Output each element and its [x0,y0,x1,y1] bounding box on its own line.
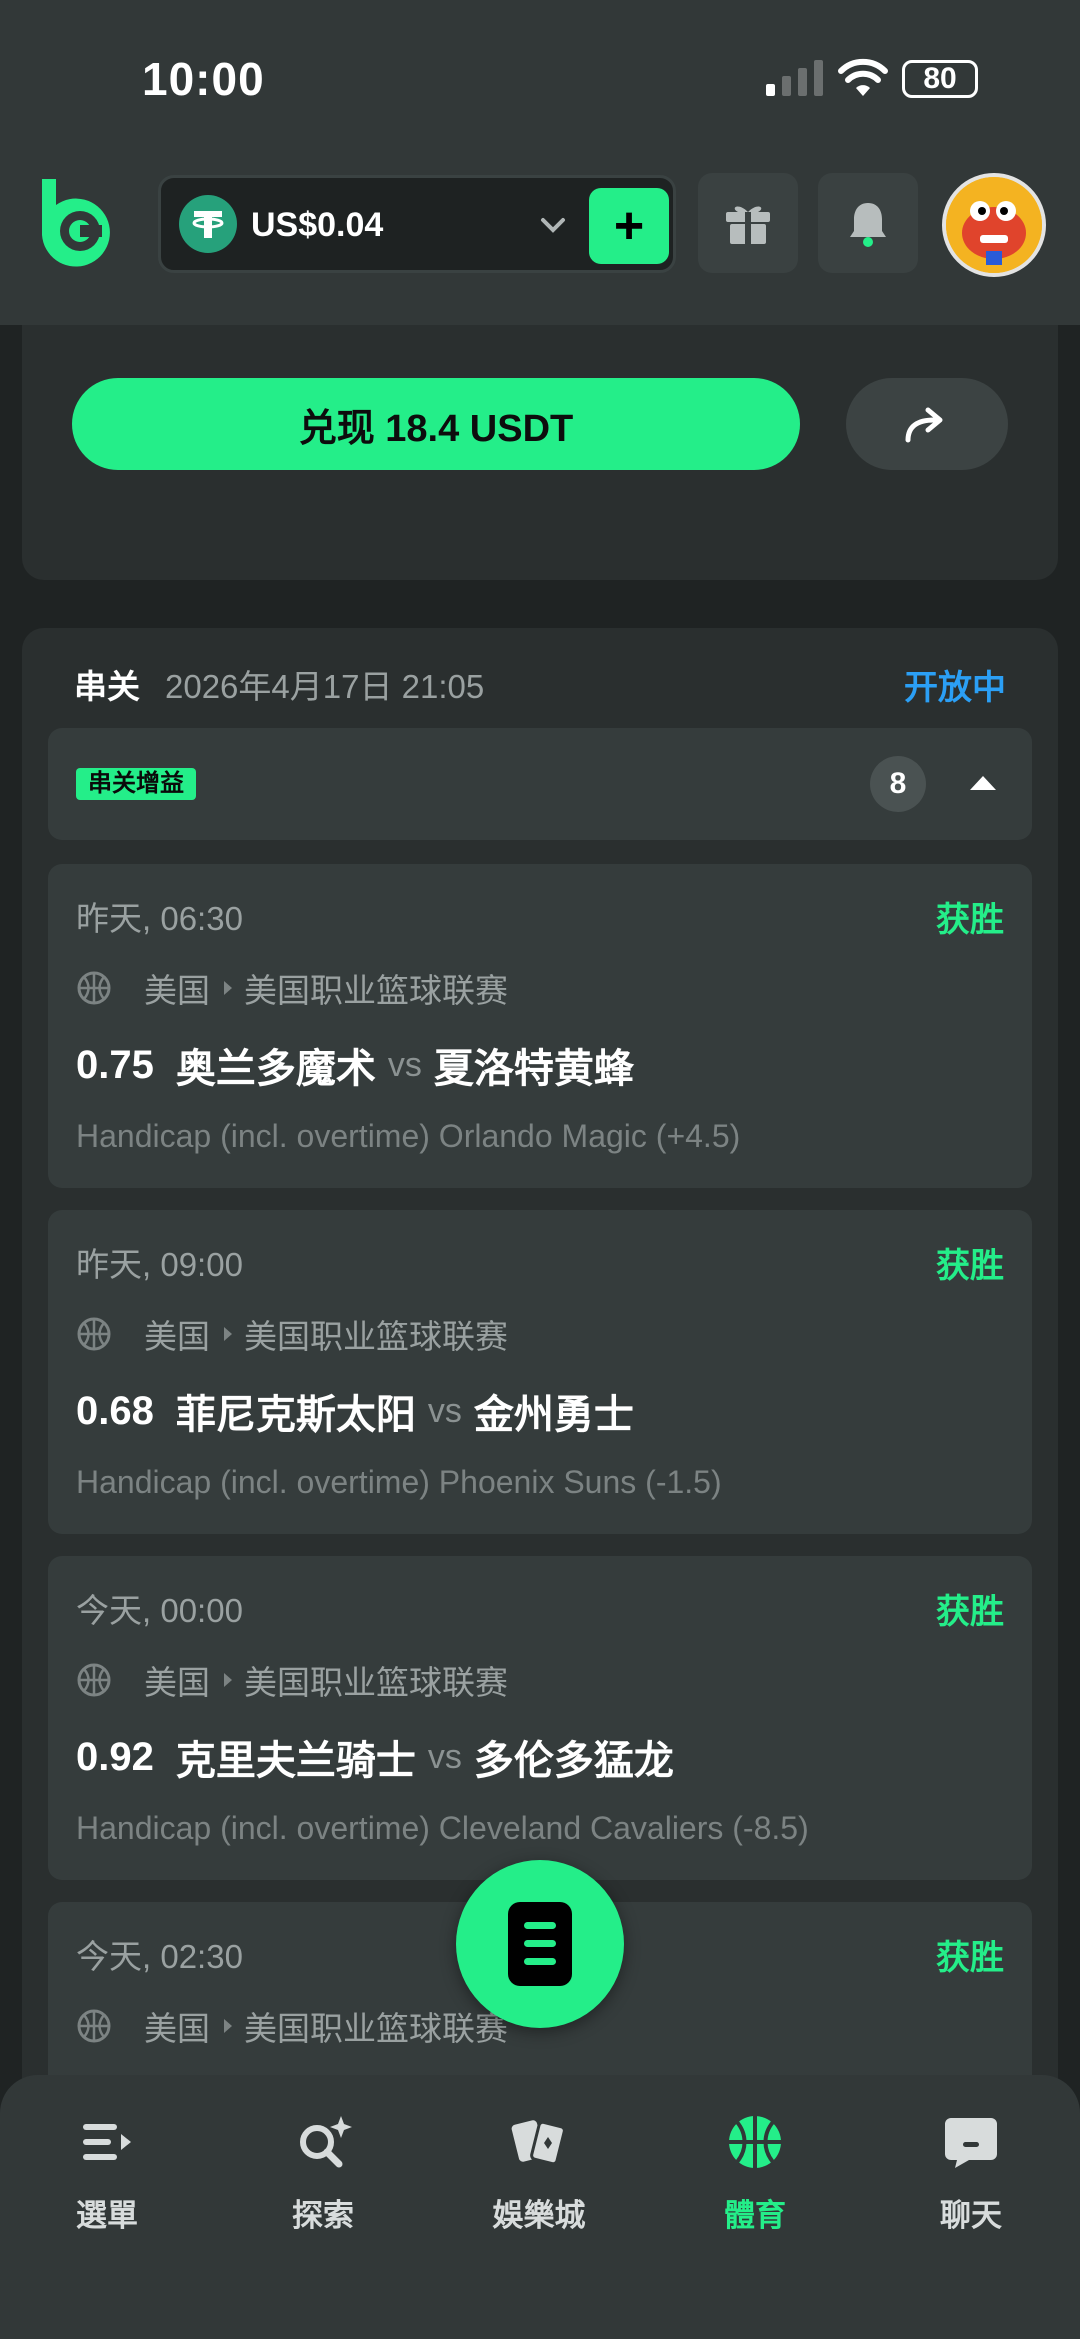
leg-market: Handicap (incl. overtime) Phoenix Suns (… [76,1464,722,1500]
bet-leg[interactable]: 今天, 00:00 获胜 美国 美国职业篮球联赛 0.92 克里夫兰骑士 vs 多… [48,1556,1032,1880]
wallet-selector[interactable]: US$0.04 + [158,175,676,273]
tether-icon [179,195,237,253]
home-team: 菲尼克斯太阳 [175,1393,416,1437]
share-button[interactable] [846,378,1008,470]
bet-leg[interactable]: 昨天, 09:00 获胜 美国 美国职业篮球联赛 0.68 菲尼克斯太阳 vs 金… [48,1210,1032,1534]
menu-icon [83,2124,131,2160]
basketball-icon [729,2116,781,2168]
leg-league: 美国 美国职业篮球联赛 [76,2002,508,2050]
leg-result: 获胜 [936,1939,1004,1977]
home-team: 克里夫兰骑士 [175,1739,416,1783]
leg-league: 美国 美国职业篮球联赛 [76,1310,508,1358]
bet-slip-fab[interactable] [456,1860,624,2028]
leg-odds: 0.75 [76,1042,154,1087]
bet-leg[interactable]: 昨天, 06:30 获胜 美国 美国职业篮球联赛 0.75 奥兰多魔术 vs 夏洛… [48,864,1032,1188]
nav-item-sports[interactable]: 體育 [670,2110,840,2240]
battery-indicator: 80 [902,60,978,98]
search-sparkle-icon [300,2116,352,2168]
nav-item-explore[interactable]: 探索 [238,2110,408,2240]
nav-item-menu[interactable]: 選單 [22,2110,192,2240]
leg-match: 0.92 克里夫兰骑士 vs 多伦多猛龙 [76,1728,674,1786]
deposit-button[interactable]: + [589,188,669,264]
bet-date: 2026年4月17日 21:05 [165,668,485,705]
leg-time: 昨天, 09:00 [76,1246,243,1283]
avatar[interactable] [942,173,1046,277]
home-team: 奥兰多魔术 [175,1047,376,1091]
leg-time: 今天, 02:30 [76,1938,243,1975]
bet-type: 串关 [74,668,140,705]
chat-icon [945,2118,997,2168]
cards-icon [511,2120,566,2166]
nav-item-casino[interactable]: 娛樂城 [454,2110,624,2240]
notifications-button[interactable] [818,173,918,273]
basketball-icon [77,2009,111,2043]
leg-odds: 0.68 [76,1388,154,1433]
away-team: 多伦多猛龙 [473,1739,674,1783]
leg-market: Handicap (incl. overtime) Orlando Magic … [76,1118,741,1154]
share-arrow-icon [905,407,943,443]
leg-league: 美国 美国职业篮球联赛 [76,964,508,1012]
leg-result: 获胜 [936,901,1004,939]
basketball-icon [77,1663,111,1697]
basketball-icon [77,1317,111,1351]
leg-match: 0.68 菲尼克斯太阳 vs 金州勇士 [76,1382,634,1440]
wifi-icon [838,58,888,96]
logo-icon[interactable] [34,175,116,267]
wallet-balance: US$0.04 [251,206,384,244]
status-time: 10:00 [142,53,265,105]
chevron-down-icon[interactable] [539,211,567,239]
leg-time: 今天, 00:00 [76,1592,243,1629]
parlay-boost-badge: 串关增益 [76,768,196,800]
caret-up-icon[interactable] [970,776,996,790]
bet-status: 开放中 [904,669,1006,707]
legs-count-badge: 8 [870,756,926,812]
avatar-image [946,177,1042,273]
bet-slip-icon [508,1902,572,1986]
away-team: 夏洛特黄蜂 [433,1047,634,1091]
signal-icon [766,60,823,96]
leg-match: 0.75 奥兰多魔术 vs 夏洛特黄蜂 [76,1036,634,1094]
leg-league: 美国 美国职业篮球联赛 [76,1656,508,1704]
gift-icon [726,206,770,244]
nav-item-chat[interactable]: 聊天 [886,2110,1056,2240]
leg-market: Handicap (incl. overtime) Cleveland Cava… [76,1810,809,1846]
away-team: 金州勇士 [473,1393,634,1437]
leg-result: 获胜 [936,1247,1004,1285]
basketball-icon [77,971,111,1005]
leg-result: 获胜 [936,1593,1004,1631]
gift-button[interactable] [698,173,798,273]
leg-odds: 0.92 [76,1734,154,1779]
bell-icon [850,203,886,247]
leg-time: 昨天, 06:30 [76,900,243,937]
cashout-button[interactable]: 兑现 18.4 USDT [72,378,800,470]
parlay-boost-row[interactable]: 串关增益 8 [48,728,1032,840]
